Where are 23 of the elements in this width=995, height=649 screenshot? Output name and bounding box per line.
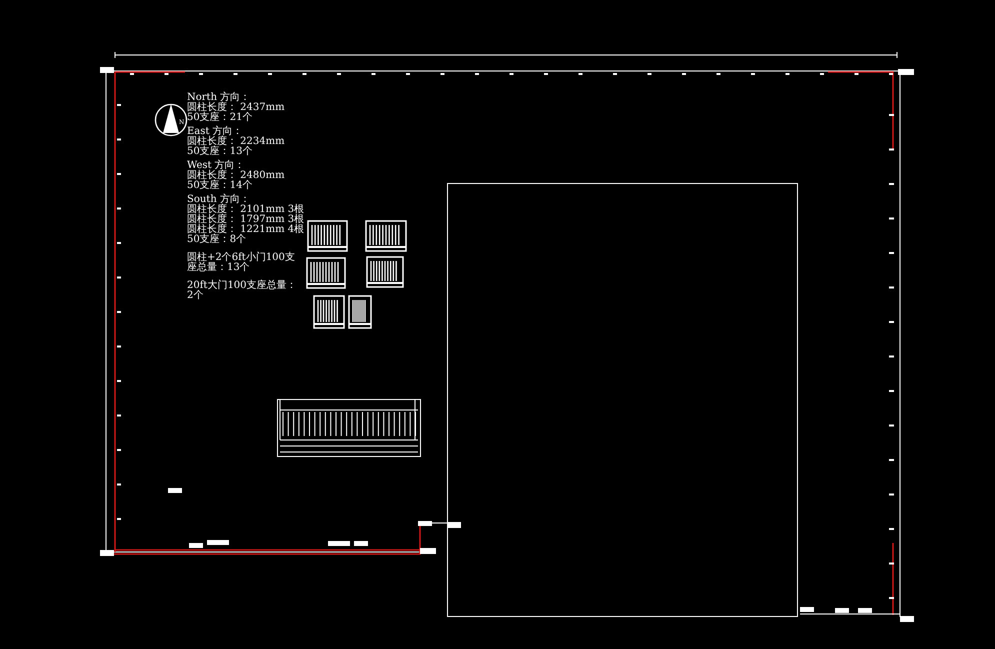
direction-heading: South 方向： xyxy=(187,195,250,205)
direction-heading: West 方向： xyxy=(187,161,245,171)
note-line: 50支座：13个 xyxy=(187,147,254,157)
note-line: 圆柱长度： 1797mm 3根 xyxy=(187,215,304,225)
total-note: 圆柱+2个6ft小门100支座总量：13个 xyxy=(187,253,296,273)
note-line: 圆柱长度： 2101mm 3根 xyxy=(187,205,304,215)
note-line: 50支座：14个 xyxy=(187,181,254,191)
direction-heading: East 方向： xyxy=(187,127,243,137)
rack-elevation-drawing xyxy=(307,220,348,252)
note-line: 50支座：21个 xyxy=(187,113,254,123)
rack-elevation-drawing xyxy=(365,220,407,252)
direction-heading: North 方向： xyxy=(187,93,250,103)
rack-elevation-drawing xyxy=(313,295,345,329)
compass-icon xyxy=(154,104,188,136)
rack-elevation-drawing xyxy=(366,256,404,288)
total-note: 20ft大门100支座总量：2个 xyxy=(187,281,298,301)
rack-elevation-drawing xyxy=(348,295,372,329)
note-line: 圆柱长度： 2437mm xyxy=(187,103,286,113)
note-line: 圆柱长度： 2234mm xyxy=(187,137,286,147)
note-line: 圆柱长度： 1221mm 4根 xyxy=(187,225,304,235)
rack-elevation-drawing xyxy=(306,257,346,289)
note-line: 50支座：8个 xyxy=(187,235,248,245)
note-line: 圆柱长度： 2480mm xyxy=(187,171,286,181)
